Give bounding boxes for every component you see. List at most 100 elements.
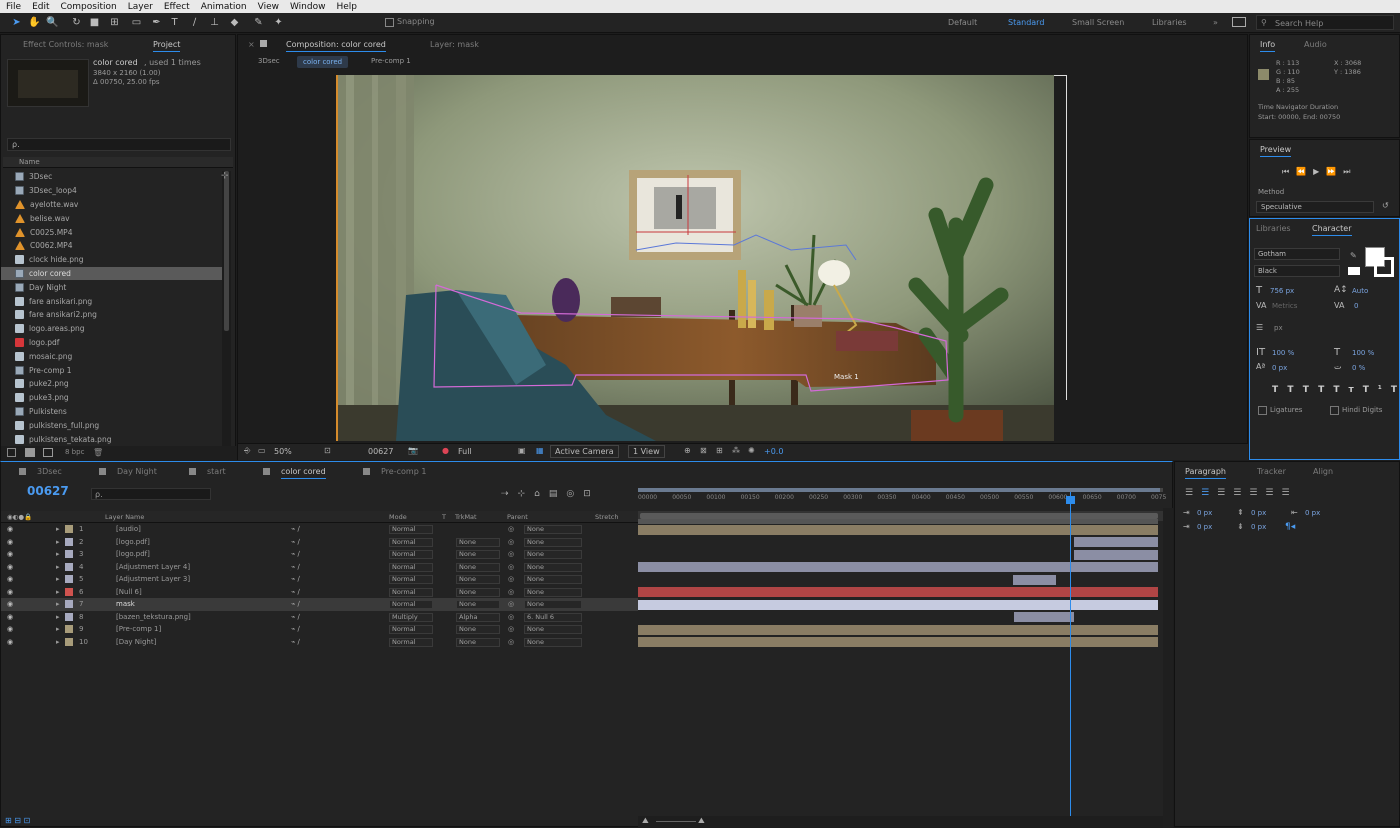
- subtab-3dsec[interactable]: 3Dsec: [258, 57, 280, 65]
- play-icon[interactable]: ▶: [1313, 167, 1326, 176]
- label-color-swatch[interactable]: [65, 537, 73, 546]
- align-right-icon[interactable]: ☰: [1217, 488, 1233, 498]
- blend-mode-dropdown[interactable]: Multiply: [389, 612, 433, 622]
- layer-duration-bar[interactable]: [638, 637, 1158, 647]
- layer-row[interactable]: ◉ ▸ 2 [logo.pdf] ⌁ ∕ Normal None ◎ None: [1, 536, 638, 549]
- timeline-tab[interactable]: Pre-comp 1: [381, 467, 426, 476]
- layer-duration-bar[interactable]: [1014, 612, 1074, 622]
- layer-switches-icon[interactable]: ⌁ ∕: [291, 525, 300, 533]
- blend-mode-dropdown[interactable]: Normal: [389, 587, 433, 597]
- parent-pickwhip-icon[interactable]: ◎: [508, 625, 514, 633]
- track-matte-dropdown[interactable]: None: [456, 537, 500, 547]
- project-item[interactable]: belise.wav: [1, 211, 223, 225]
- faux-italic-icon[interactable]: T: [1287, 385, 1302, 395]
- layer-switches-icon[interactable]: ⌁ ∕: [291, 638, 300, 646]
- expand-arrow-icon[interactable]: ▸: [56, 575, 60, 583]
- region-of-interest-icon[interactable]: ▣: [518, 446, 526, 455]
- selection-tool-icon[interactable]: ➤: [10, 16, 23, 29]
- motion-blur-icon[interactable]: ◎: [566, 489, 583, 499]
- zoom-in-icon[interactable]: ⛰: [698, 816, 705, 826]
- project-scrollbar[interactable]: [222, 171, 231, 447]
- project-item[interactable]: Pulkistens: [1, 405, 223, 419]
- zoom-dropdown[interactable]: 50%: [274, 447, 292, 456]
- eraser-tool-icon[interactable]: ◆: [228, 16, 241, 29]
- label-color-swatch[interactable]: [65, 637, 73, 646]
- stroke-width-unit[interactable]: px: [1274, 324, 1283, 332]
- label-color-swatch[interactable]: [65, 600, 73, 608]
- parent-dropdown[interactable]: None: [524, 587, 582, 597]
- font-family-dropdown[interactable]: Gotham: [1254, 248, 1340, 260]
- project-item[interactable]: 3Dsec_loop4: [1, 184, 223, 198]
- subscript-icon[interactable]: T₁: [1391, 385, 1400, 395]
- tab-project[interactable]: Project: [153, 40, 181, 52]
- project-item[interactable]: 3Dsec: [1, 170, 223, 184]
- small-caps-icon[interactable]: Tт: [1333, 385, 1362, 395]
- parent-dropdown[interactable]: None: [524, 575, 582, 584]
- parent-pickwhip-icon[interactable]: ◎: [508, 638, 514, 646]
- col-layer-name[interactable]: Layer Name: [105, 513, 144, 521]
- timeline-icon[interactable]: ⊞: [716, 446, 723, 455]
- sync-settings-icon[interactable]: [1232, 17, 1246, 27]
- project-item[interactable]: Pre-comp 1: [1, 363, 223, 377]
- frame-blend-icon[interactable]: ▤: [549, 489, 567, 499]
- layer-row[interactable]: ◉ ▸ 6 [Null 6] ⌁ ∕ Normal None ◎ None: [1, 586, 638, 599]
- layer-switches-icon[interactable]: ⌁ ∕: [291, 563, 300, 571]
- workspace-libraries[interactable]: Libraries: [1152, 18, 1187, 27]
- interpret-footage-icon[interactable]: [7, 448, 16, 457]
- tab-paragraph[interactable]: Paragraph: [1185, 467, 1226, 479]
- puppet-tool-icon[interactable]: ✦: [272, 16, 285, 29]
- expand-arrow-icon[interactable]: ▸: [56, 538, 60, 546]
- indent-right-value[interactable]: 0 px: [1305, 509, 1320, 517]
- blend-mode-dropdown[interactable]: Normal: [389, 525, 433, 534]
- justify-all-icon[interactable]: ☰: [1281, 488, 1297, 498]
- layer-name[interactable]: [audio]: [116, 525, 141, 533]
- track-matte-dropdown[interactable]: None: [456, 562, 500, 572]
- align-center-icon[interactable]: ☰: [1201, 488, 1217, 498]
- visibility-eye-icon[interactable]: ◉: [7, 588, 13, 596]
- viewer-timecode[interactable]: 00627: [368, 447, 393, 456]
- stroke-color-swatch[interactable]: [1374, 257, 1394, 277]
- new-composition-icon[interactable]: [43, 448, 53, 457]
- pen-tool-icon[interactable]: ✒: [150, 16, 163, 29]
- layer-duration-bar[interactable]: [1074, 537, 1158, 547]
- layer-row[interactable]: ◉ ▸ 5 [Adjustment Layer 3] ⌁ ∕ Normal None ◎ Non…: [1, 573, 638, 586]
- layer-row[interactable]: ◉ ▸ 8 [bazen_tekstura.png] ⌁ ∕ Multiply Alpha ◎…: [1, 611, 638, 624]
- vertical-scale-value[interactable]: 100 %: [1272, 349, 1294, 357]
- layer-name[interactable]: [logo.pdf]: [116, 550, 150, 558]
- delete-icon[interactable]: 🗑: [93, 448, 103, 457]
- font-style-dropdown[interactable]: Black: [1254, 265, 1340, 277]
- menu-edit[interactable]: Edit: [32, 2, 49, 12]
- pan-behind-tool-icon[interactable]: ⊞: [108, 16, 121, 29]
- project-item[interactable]: fare ansikari.png: [1, 294, 223, 308]
- ligatures-checkbox[interactable]: [1258, 406, 1267, 415]
- timeline-tab[interactable]: color cored: [281, 467, 326, 479]
- visibility-eye-icon[interactable]: ◉: [7, 550, 13, 558]
- menu-effect[interactable]: Effect: [164, 2, 190, 12]
- justify-left-icon[interactable]: ☰: [1233, 488, 1249, 498]
- label-color-swatch[interactable]: [65, 625, 73, 633]
- tab-info[interactable]: Info: [1260, 40, 1276, 52]
- layer-switches-icon[interactable]: ⌁ ∕: [291, 538, 300, 546]
- comp-mini-flowchart-icon[interactable]: ⇢: [501, 489, 518, 499]
- next-frame-icon[interactable]: ⏩: [1326, 167, 1343, 176]
- parent-dropdown[interactable]: None: [524, 537, 582, 547]
- space-before-value[interactable]: 0 px: [1251, 509, 1266, 517]
- blend-mode-dropdown[interactable]: Normal: [389, 537, 433, 547]
- layer-row[interactable]: ◉ ▸ 10 [Day Night] ⌁ ∕ Normal None ◎ None: [1, 636, 638, 649]
- project-item[interactable]: clock hide.png: [1, 253, 223, 267]
- transparency-grid-icon[interactable]: ▦: [536, 446, 544, 455]
- layer-number[interactable]: 7: [79, 600, 83, 608]
- zoom-slider[interactable]: [656, 821, 696, 822]
- bpc-label[interactable]: 8 bpc: [65, 448, 84, 456]
- layer-switches-icon[interactable]: ⌁ ∕: [291, 588, 300, 596]
- visibility-eye-icon[interactable]: ◉: [7, 613, 13, 621]
- align-left-icon[interactable]: ☰: [1185, 488, 1201, 498]
- camera-dropdown[interactable]: Active Camera: [550, 445, 619, 458]
- layer-duration-bar[interactable]: [1074, 549, 1158, 560]
- layer-name[interactable]: mask: [116, 600, 135, 608]
- expand-arrow-icon[interactable]: ▸: [56, 613, 60, 621]
- prev-frame-icon[interactable]: ⏪: [1296, 167, 1313, 176]
- views-dropdown[interactable]: 1 View: [628, 445, 665, 458]
- all-caps-icon[interactable]: TT: [1303, 385, 1334, 395]
- subtab-precomp[interactable]: Pre-comp 1: [371, 57, 411, 65]
